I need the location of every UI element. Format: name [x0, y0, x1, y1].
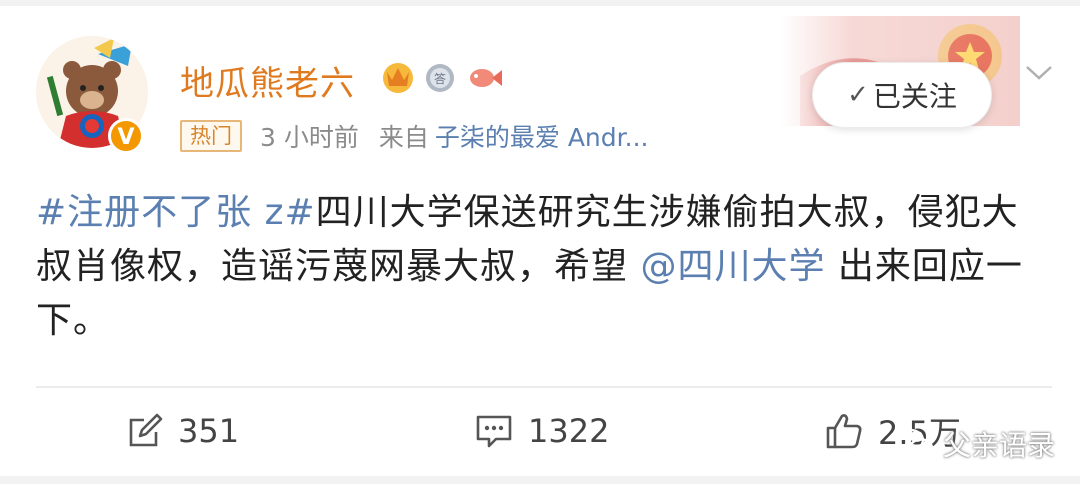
- client-source[interactable]: 子柒的最爱 Andr...: [435, 118, 649, 154]
- follow-button[interactable]: ✓ 已关注: [812, 62, 992, 128]
- verified-badge: V: [108, 118, 144, 154]
- follow-label: 已关注: [872, 80, 957, 113]
- check-icon: ✓: [847, 80, 869, 110]
- medal-icons: 答: [380, 56, 504, 96]
- wechat-watermark: 父亲语录: [895, 424, 1055, 464]
- like-icon: [826, 414, 862, 449]
- svg-text:答: 答: [434, 71, 446, 86]
- weibo-post-card: V 地瓜熊老六 答 热门 3 小时前 来自 子柒的最爱 Andr... ✓ 已关…: [0, 6, 1080, 476]
- answer-medal-icon: 答: [426, 64, 454, 92]
- repost-button[interactable]: 351: [126, 406, 239, 456]
- comment-icon: [476, 415, 512, 448]
- edit-icon: [129, 413, 163, 447]
- crown-medal-icon: [383, 63, 413, 93]
- comment-button[interactable]: 1322: [474, 406, 609, 456]
- divider: [36, 386, 1052, 388]
- post-content: #注册不了张 z#四川大学保送研究生涉嫌偷拍大叔，侵犯大叔肖像权，造谣污蔑网暴大…: [36, 186, 1046, 348]
- topic-link[interactable]: #注册不了张 z#: [36, 192, 316, 233]
- repost-count: 351: [178, 412, 240, 450]
- comment-count: 1322: [528, 412, 610, 450]
- hot-tag: 热门: [180, 120, 242, 152]
- chevron-down-icon[interactable]: [1024, 61, 1054, 85]
- post-time: 3 小时前: [260, 123, 359, 152]
- from-label: 来自: [378, 123, 429, 152]
- wechat-icon: [895, 428, 934, 458]
- username[interactable]: 地瓜熊老六: [180, 56, 355, 105]
- mention-link[interactable]: @四川大学: [640, 246, 825, 287]
- watermark-text: 父亲语录: [943, 429, 1056, 462]
- post-meta: 热门 3 小时前 来自 子柒的最爱 Andr...: [180, 119, 648, 153]
- fish-medal-icon: [470, 69, 502, 87]
